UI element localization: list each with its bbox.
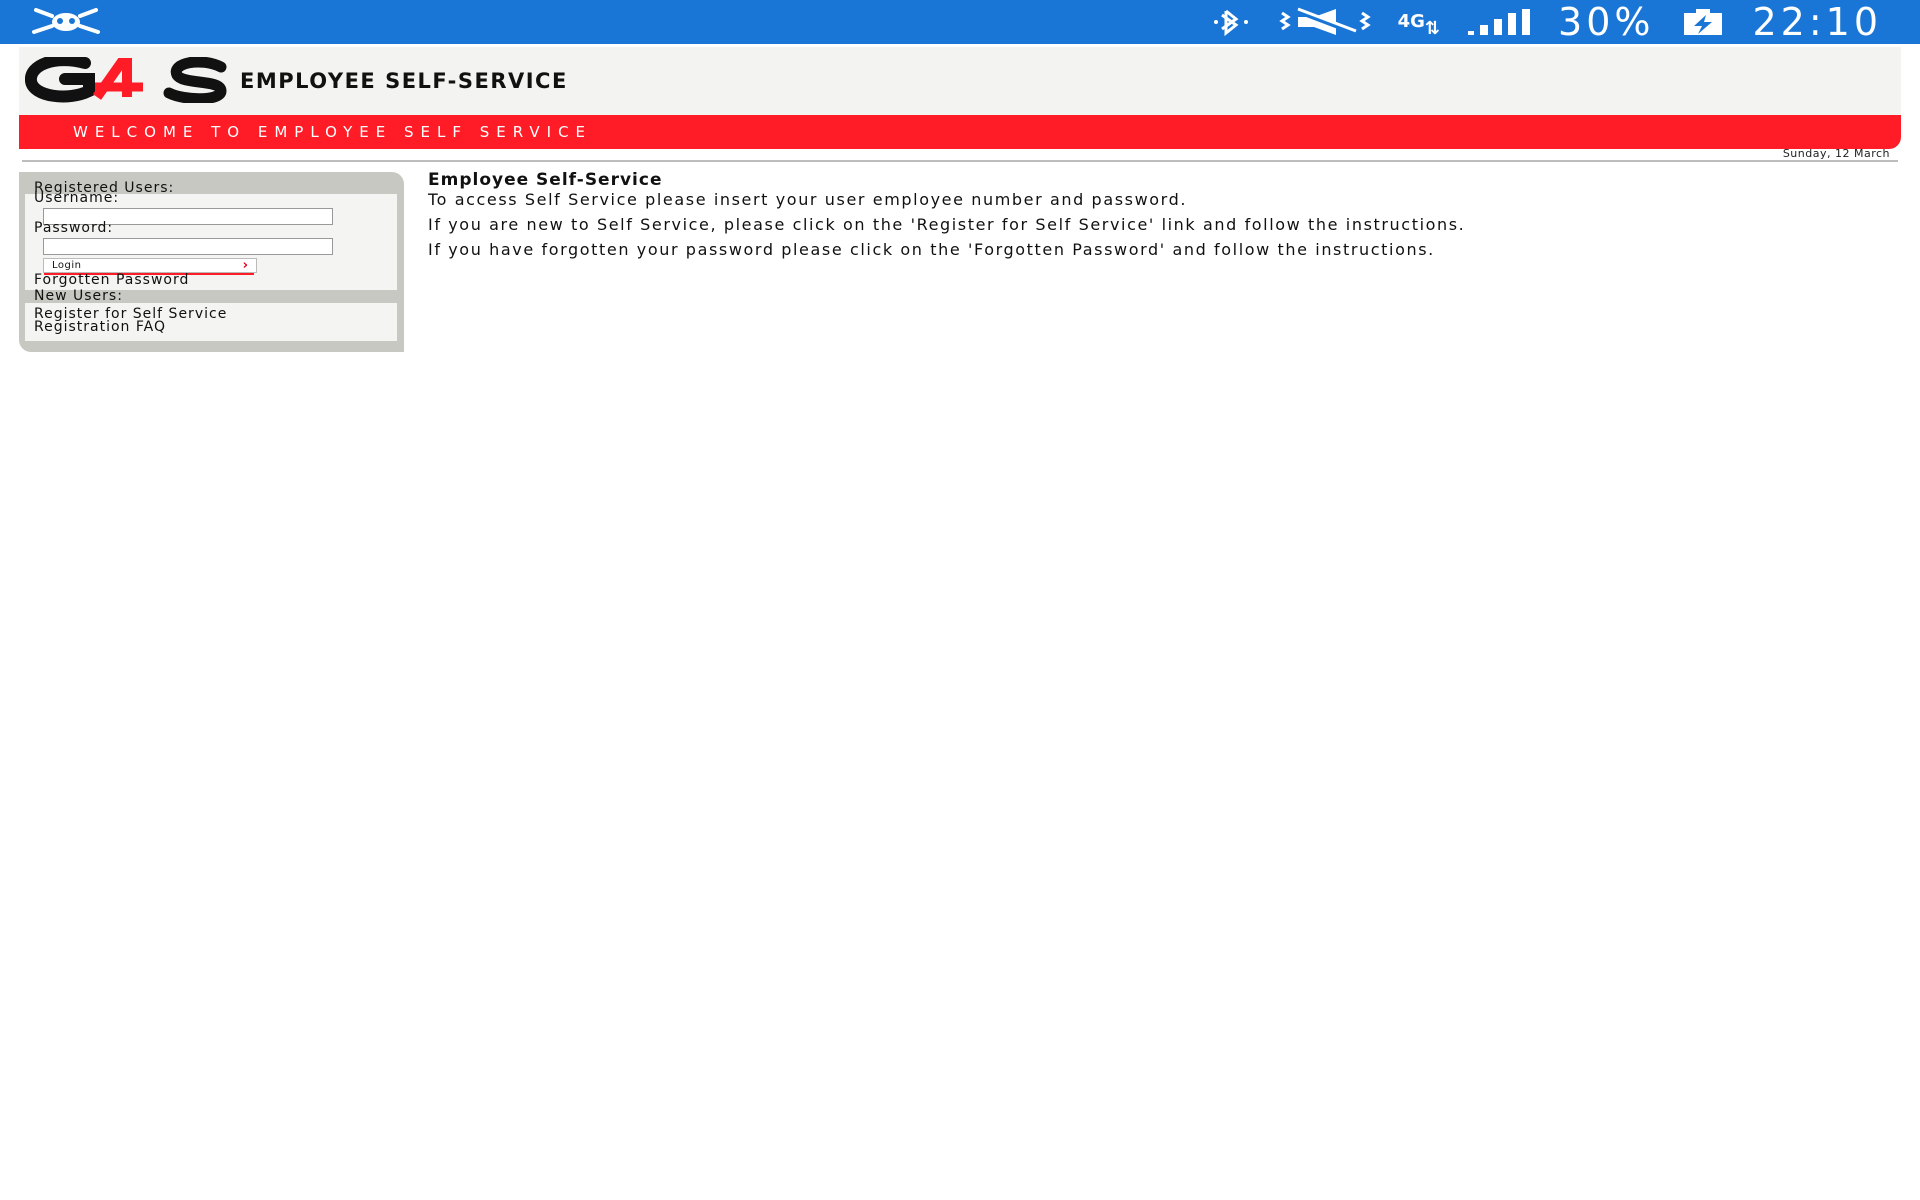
header-divider — [22, 160, 1898, 162]
login-panel: Registered Users: Username: Password: Lo… — [19, 172, 404, 352]
network-label: 4G — [1397, 11, 1425, 32]
password-label: Password: — [34, 220, 114, 236]
new-users-box: Register for Self Service Registration F… — [25, 303, 397, 341]
status-bar: 4G ⇅ 30% 22:10 — [0, 0, 1920, 44]
clock: 22:10 — [1752, 0, 1882, 44]
page-title: Employee Self-Service — [428, 170, 663, 190]
app-title: EMPLOYEE SELF-SERVICE — [240, 69, 568, 93]
welcome-banner: WELCOME TO EMPLOYEE SELF SERVICE — [19, 115, 1901, 149]
password-input[interactable] — [43, 238, 333, 255]
registration-faq-link[interactable]: Registration FAQ — [34, 319, 166, 335]
intro-paragraph-3: If you have forgotten your password plea… — [428, 240, 1435, 259]
username-label: Username: — [34, 190, 120, 206]
welcome-text: WELCOME TO EMPLOYEE SELF SERVICE — [73, 123, 593, 141]
new-users-heading: New Users: — [34, 288, 123, 304]
signal-bars-icon — [1466, 7, 1532, 37]
intro-paragraph-1: To access Self Service please insert you… — [428, 190, 1188, 209]
intro-paragraph-2: If you are new to Self Service, please c… — [428, 215, 1466, 234]
battery-percent: 30% — [1558, 0, 1655, 44]
vibrate-muted-icon — [1278, 7, 1372, 37]
login-form: Username: Password: Login › Forgotten Pa… — [25, 190, 397, 290]
bug-icon — [30, 6, 102, 40]
battery-charging-icon — [1680, 7, 1726, 37]
network-4g-icon: 4G ⇅ — [1397, 11, 1441, 39]
login-button-label: Login — [52, 260, 82, 271]
login-button[interactable]: Login › — [43, 258, 257, 275]
forgotten-password-link[interactable]: Forgotten Password — [34, 272, 189, 288]
page-header: EMPLOYEE SELF-SERVICE — [19, 47, 1901, 115]
date-label: Sunday, 12 March — [1782, 147, 1890, 160]
main-content: Employee Self-Service To access Self Ser… — [428, 170, 1888, 259]
chevron-right-icon: › — [242, 258, 248, 273]
bluetooth-icon — [1208, 7, 1252, 37]
g4s-logo — [25, 54, 231, 107]
